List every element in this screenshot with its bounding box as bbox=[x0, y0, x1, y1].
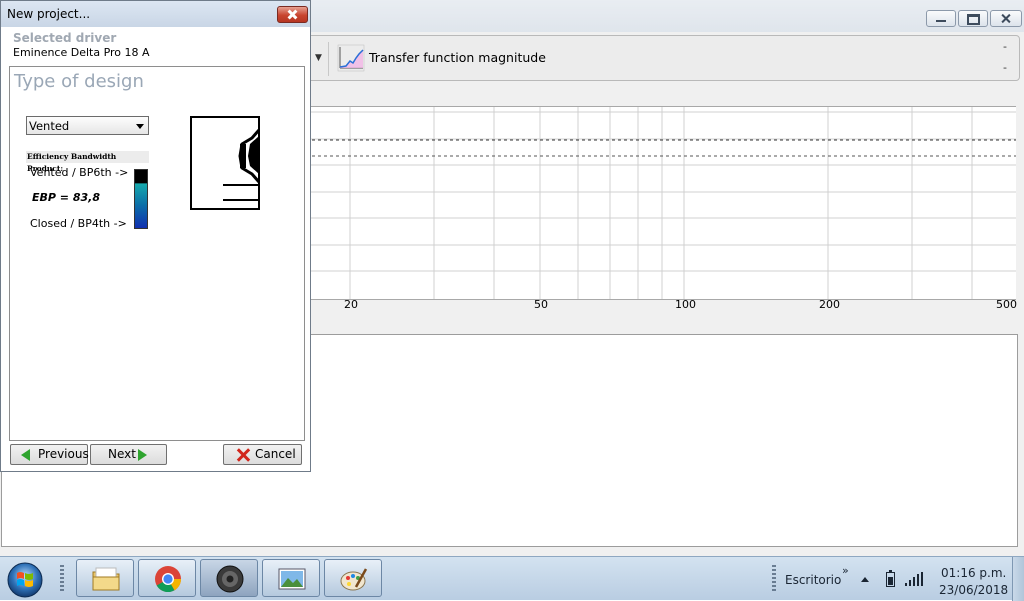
arrow-left-icon bbox=[21, 449, 30, 461]
selected-driver-heading: Selected driver bbox=[13, 31, 117, 45]
previous-label: Previous bbox=[38, 447, 89, 461]
tray-chevron-icon[interactable]: » bbox=[842, 564, 849, 577]
x-tick-label: 500 bbox=[996, 298, 1017, 311]
dialog-close-button[interactable] bbox=[277, 6, 308, 23]
frequency-graph bbox=[300, 106, 1016, 300]
transfer-function-icon[interactable] bbox=[337, 44, 365, 72]
chevron-down-icon bbox=[136, 124, 144, 129]
next-button[interactable]: Next bbox=[90, 444, 167, 465]
restore-button[interactable] bbox=[958, 10, 988, 27]
ebp-value: EBP = 83,8 bbox=[32, 191, 100, 204]
design-type-value: Vented bbox=[29, 119, 70, 133]
tray-toolbar-label[interactable]: Escritorio bbox=[785, 573, 841, 587]
transfer-function-label[interactable]: Transfer function magnitude bbox=[369, 50, 546, 65]
dialog-title: New project... bbox=[7, 7, 91, 21]
minimize-button[interactable] bbox=[926, 10, 956, 27]
design-type-panel: Type of design Vented Efficiency Bandwid… bbox=[9, 66, 305, 441]
windows-start-icon[interactable] bbox=[4, 559, 46, 599]
dialog-titlebar[interactable]: New project... bbox=[1, 1, 310, 27]
ebp-closed-label: Closed / BP4th -> bbox=[30, 217, 127, 230]
ebp-heading: Efficiency Bandwidth Product: bbox=[26, 151, 149, 173]
paint-icon bbox=[340, 568, 368, 591]
restore-icon bbox=[959, 11, 987, 26]
toolbar-separator bbox=[328, 42, 329, 76]
vented-box-diagram bbox=[190, 116, 260, 210]
tray-grip[interactable] bbox=[772, 565, 776, 593]
show-desktop-button[interactable] bbox=[1012, 557, 1024, 601]
taskbar-app-chrome[interactable] bbox=[138, 559, 196, 597]
cancel-label: Cancel bbox=[255, 447, 296, 461]
x-tick-label: 200 bbox=[819, 298, 840, 311]
toolbar: ▼ Transfer function magnitude - - bbox=[300, 35, 1020, 81]
speaker-icon bbox=[216, 565, 244, 593]
network-signal-icon[interactable] bbox=[905, 572, 923, 586]
new-project-dialog: New project... Selected driver Eminence … bbox=[0, 0, 311, 472]
ebp-vented-label: Vented / BP6th -> bbox=[30, 166, 129, 179]
minimize-icon bbox=[927, 11, 955, 26]
close-icon bbox=[991, 11, 1021, 26]
taskbar-app-file-explorer[interactable] bbox=[76, 559, 134, 597]
toolbar-dash-top: - bbox=[1003, 40, 1007, 53]
taskbar-grip[interactable] bbox=[60, 565, 64, 593]
clock-date[interactable]: 23/06/2018 bbox=[939, 583, 1008, 597]
x-tick-label: 50 bbox=[534, 298, 548, 311]
next-label: Next bbox=[108, 447, 136, 461]
close-button[interactable] bbox=[990, 10, 1022, 27]
x-tick-label: 20 bbox=[344, 298, 358, 311]
ebp-gradient-bar bbox=[134, 169, 148, 229]
chevron-down-icon[interactable]: ▼ bbox=[315, 53, 322, 63]
section-title: Type of design bbox=[14, 71, 144, 92]
previous-button[interactable]: Previous bbox=[10, 444, 89, 465]
design-type-select[interactable]: Vented bbox=[26, 116, 149, 135]
photo-viewer-icon bbox=[278, 568, 306, 590]
folder-icon bbox=[92, 567, 120, 591]
x-tick-label: 100 bbox=[675, 298, 696, 311]
taskbar-app-speaker[interactable] bbox=[200, 559, 258, 597]
driver-name: Eminence Delta Pro 18 A bbox=[13, 46, 150, 59]
taskbar: Escritorio » 01:16 p.m. 23/06/2018 bbox=[0, 556, 1024, 601]
cancel-icon bbox=[236, 448, 250, 462]
graph-gridlines bbox=[300, 107, 1016, 299]
toolbar-dash-bottom: - bbox=[1003, 61, 1007, 74]
chrome-icon bbox=[155, 566, 182, 593]
arrow-right-icon bbox=[138, 449, 147, 461]
cancel-button[interactable]: Cancel bbox=[223, 444, 302, 465]
show-hidden-icons-icon[interactable] bbox=[861, 577, 869, 582]
taskbar-app-photo-viewer[interactable] bbox=[262, 559, 320, 597]
battery-icon[interactable] bbox=[886, 570, 895, 587]
taskbar-app-paint[interactable] bbox=[324, 559, 382, 597]
clock-time[interactable]: 01:16 p.m. bbox=[941, 566, 1006, 580]
